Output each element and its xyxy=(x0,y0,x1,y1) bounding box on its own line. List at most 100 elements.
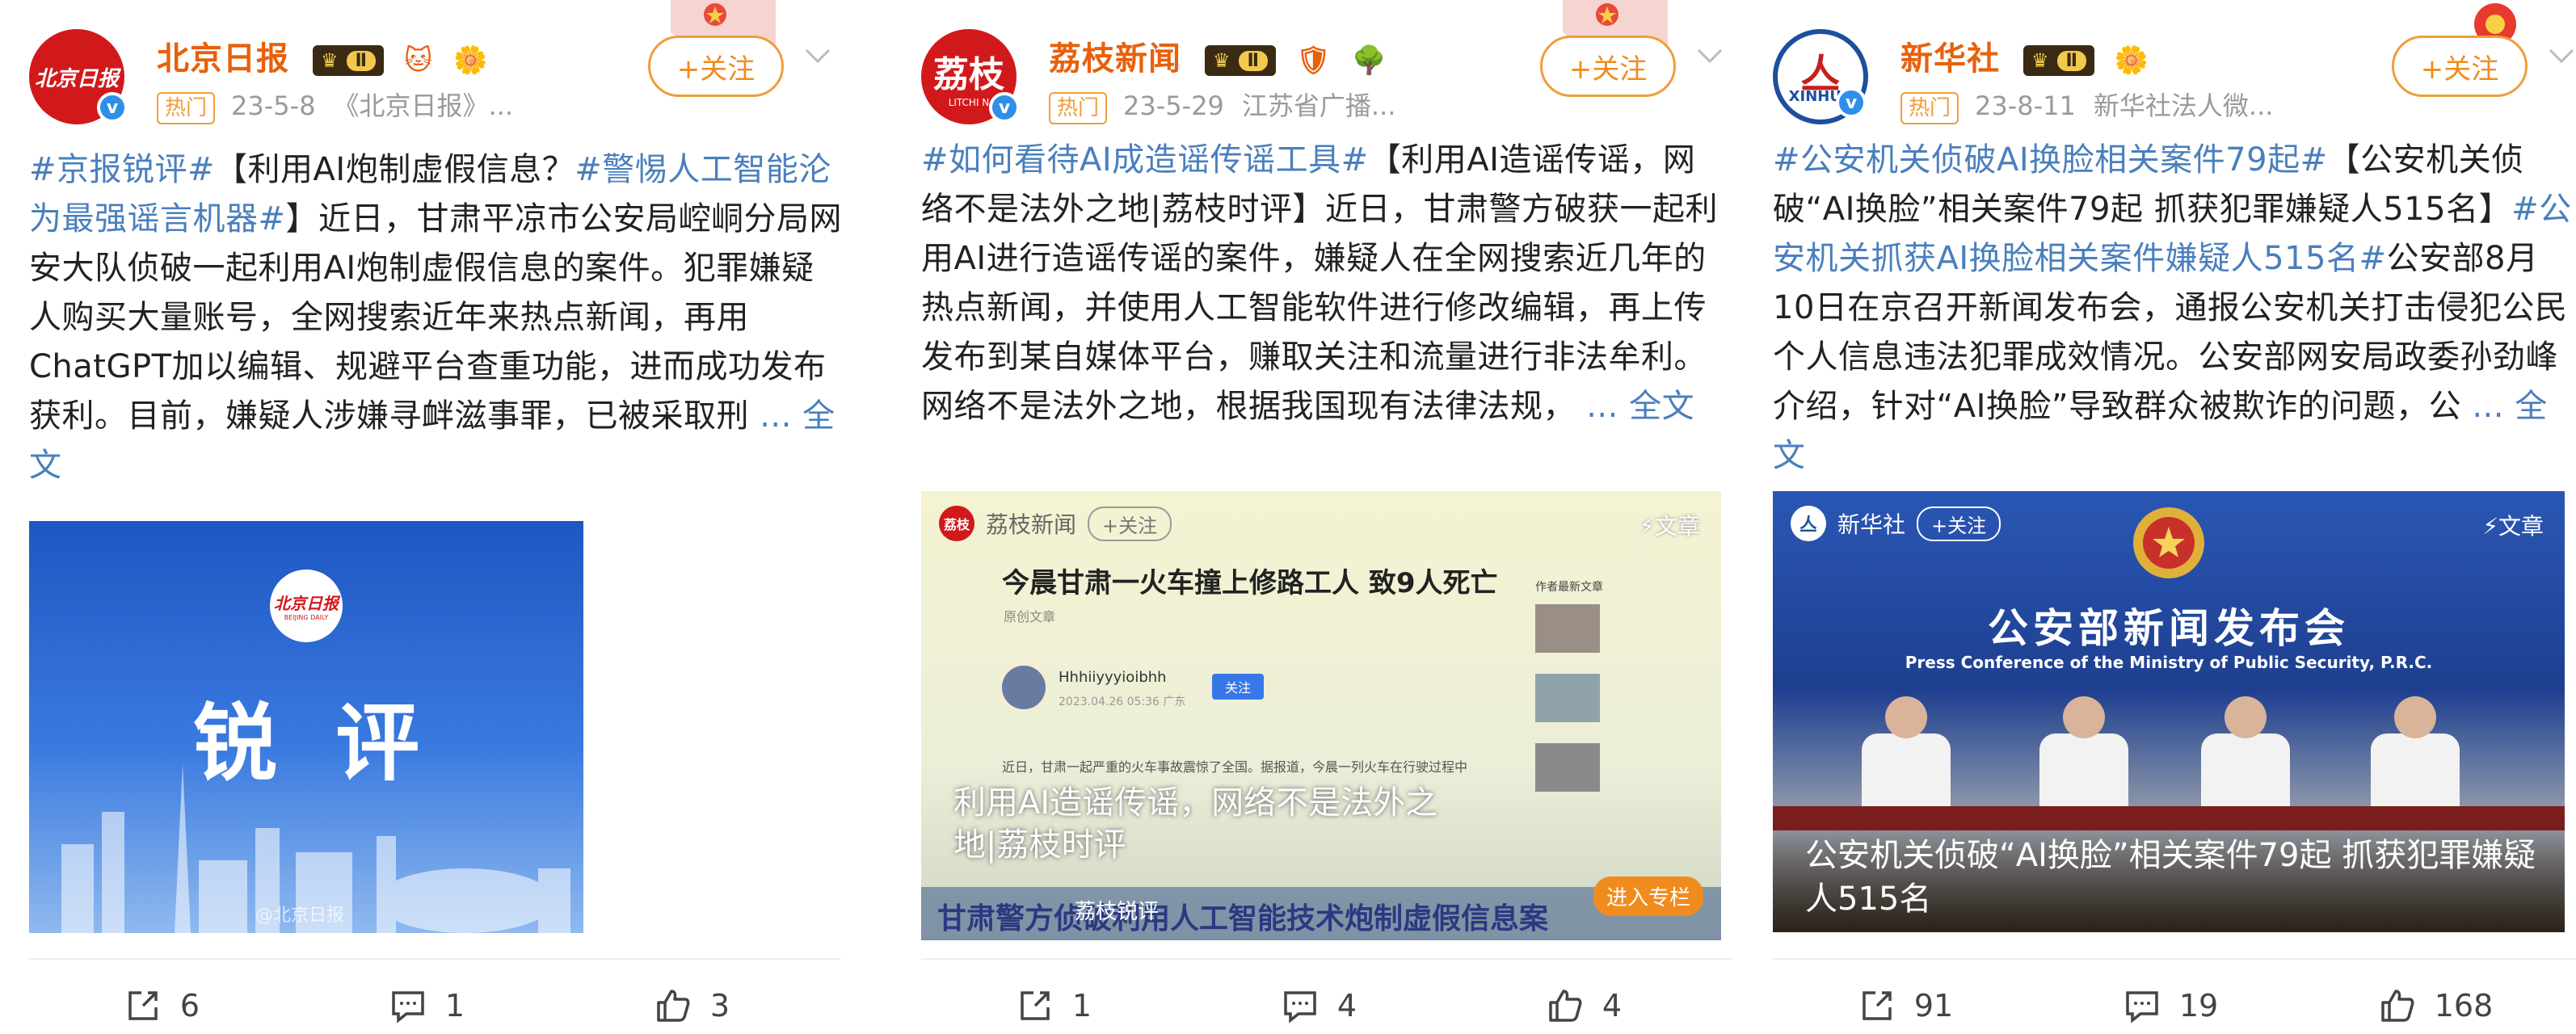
inner-user-name: Hhhiiyyyioibhh xyxy=(1059,669,1167,686)
post-image[interactable]: 荔枝 荔枝新闻 +关注 ⚡文章 今晨甘肃一火车撞上修路工人 致9人死亡 原创文章… xyxy=(921,491,1721,940)
inner-side-title: 作者最新文章 xyxy=(1535,581,1603,594)
action-bar: 1 4 4 xyxy=(921,977,1716,1034)
image-brand-row: 亼 新华社 +关注 xyxy=(1791,506,2001,541)
action-bar: 6 1 3 xyxy=(29,977,824,1034)
follow-button[interactable]: +关注 xyxy=(1540,36,1676,97)
article-tag: ⚡文章 xyxy=(2482,513,2544,540)
brand-name: 新华社 xyxy=(1837,511,1906,538)
post-text: #如何看待AI成造谣传谣工具#【利用AI造谣传谣，网络不是法外之地|荔枝时评】近… xyxy=(921,136,1721,431)
repost-button[interactable]: 91 xyxy=(1773,977,2038,1034)
like-button[interactable]: 4 xyxy=(1451,977,1716,1034)
enter-column-button[interactable]: 进入专栏 xyxy=(1593,876,1703,916)
topic-link[interactable]: #如何看待AI成造谣传谣工具# xyxy=(921,141,1369,179)
inner-article-title: 今晨甘肃一火车撞上修路工人 致9人死亡 xyxy=(1002,567,1498,599)
police-emblem-icon xyxy=(2133,507,2204,578)
bottom-banner-text: 甘肃警方侦破利用人工智能技术炮制虚假信息案 xyxy=(937,902,1549,935)
level-badge: ♛ Ⅱ xyxy=(2022,45,2094,76)
follow-button[interactable]: +关注 xyxy=(2392,36,2528,97)
comment-count: 19 xyxy=(2178,988,2219,1023)
repost-icon xyxy=(1863,991,1892,1020)
author-name[interactable]: 新华社 ♛ Ⅱ 🌼 xyxy=(1900,32,2149,79)
topic-link[interactable]: #公安机关侦破AI换脸相关案件79起# xyxy=(1773,141,2328,179)
verified-badge-icon: v xyxy=(989,92,1020,123)
post-source: 新华社法人微... xyxy=(2093,90,2274,121)
divider xyxy=(29,958,840,960)
post-image[interactable]: 北京日报 BEIJING DAILY 锐 评 @北京日报 xyxy=(29,521,583,933)
text-segment: 【利用AI造谣传谣，网络不是法外之地|荔枝时评】近日，甘肃警方破获一起利用AI进… xyxy=(921,141,1718,425)
image-watermark: @北京日报 xyxy=(255,906,345,926)
article-tag-text: 文章 xyxy=(1654,513,1700,540)
author-name-text: 荔枝新闻 xyxy=(1049,40,1181,78)
image-headline: 锐 评 xyxy=(192,693,420,792)
inner-article-subtitle: 原创文章 xyxy=(1004,609,1056,624)
backdrop-subtitle: Press Conference of the Ministry of Publ… xyxy=(1905,653,2433,672)
post-date: 23-8-11 xyxy=(1975,90,2076,121)
overlay-caption: 利用AI造谣传谣，网络不是法外之地|荔枝时评 xyxy=(953,784,1438,864)
like-count: 4 xyxy=(1602,988,1623,1023)
brand-follow-button[interactable]: +关注 xyxy=(1917,506,2001,541)
crown-icon: ♛ xyxy=(320,49,339,72)
tree-emoji-icon: 🌳 xyxy=(1352,44,1387,77)
author-name[interactable]: 北京日报 ♛ Ⅱ 🐱 🌼 xyxy=(157,32,489,79)
like-count: 3 xyxy=(709,988,730,1023)
chevron-down-icon[interactable] xyxy=(2545,39,2576,71)
post-card: 北京日报 v 北京日报 ♛ Ⅱ 🐱 🌼 热门 23-5-8 《北京日报》... +关注… xyxy=(0,0,842,1034)
comment-button[interactable]: 4 xyxy=(1186,977,1451,1034)
topic-link[interactable]: #京报锐评# xyxy=(29,151,215,188)
inner-side-thumbnail xyxy=(1535,674,1600,722)
divider xyxy=(1773,958,2576,960)
like-button[interactable]: 3 xyxy=(559,977,824,1034)
officers-photo xyxy=(1773,696,2565,830)
chevron-down-icon[interactable] xyxy=(802,39,834,71)
thumbs-up-icon xyxy=(657,990,690,1022)
inner-article-body: 近日，甘肃一起严重的火车事故震惊了全国。据报道，今晨一列火车在行驶过程中 xyxy=(1002,759,1468,775)
like-button[interactable]: 168 xyxy=(2303,977,2568,1034)
crown-icon: ♛ xyxy=(1212,49,1231,72)
repost-button[interactable]: 1 xyxy=(921,977,1186,1034)
thumbs-up-icon xyxy=(1549,990,1582,1022)
cat-emoji-icon: 🐱 xyxy=(403,44,434,77)
level-number: Ⅱ xyxy=(347,50,376,71)
repost-icon xyxy=(1021,991,1050,1020)
comment-icon xyxy=(1284,991,1316,1023)
level-badge: ♛ Ⅱ xyxy=(1204,45,1276,76)
post-meta: 热门 23-5-29 江苏省广播... xyxy=(1049,86,1395,124)
inner-side-thumbnail xyxy=(1535,743,1600,792)
post-meta: 热门 23-5-8 《北京日报》... xyxy=(157,86,513,124)
verified-badge-icon: v xyxy=(1836,87,1867,118)
post-card: 荔枝 LITCHI N v 荔枝新闻 ♛ Ⅱ 🛡 🌳 热门 23-5-29 江苏省广播… xyxy=(892,0,1732,1034)
follow-button[interactable]: +关注 xyxy=(648,36,784,97)
brand-follow-button[interactable]: +关注 xyxy=(1088,506,1172,541)
comment-icon xyxy=(392,991,424,1023)
text-segment: 【利用AI炮制虚假信息？ xyxy=(215,151,575,188)
inner-user-time: 2023.04.26 05:36 广东 xyxy=(1059,696,1186,708)
image-brand-row: 荔枝 荔枝新闻 +关注 xyxy=(939,506,1172,541)
backdrop-title: 公安部新闻发布会 xyxy=(1988,605,2350,652)
comment-count: 4 xyxy=(1336,988,1357,1023)
read-more-link[interactable]: ... 全文 xyxy=(1586,388,1694,425)
post-source: 《北京日报》... xyxy=(333,90,514,121)
logo-text: 北京日报 xyxy=(274,594,339,613)
brand-logo: 亼 xyxy=(1791,506,1826,541)
shield-emoji-icon: 🛡 xyxy=(1295,44,1332,77)
flower-emoji-icon: 🌼 xyxy=(453,44,489,77)
post-date: 23-5-8 xyxy=(231,90,316,121)
post-text: #公安机关侦破AI换脸相关案件79起#【公安机关侦破“AI换脸”相关案件79起 … xyxy=(1773,136,2573,481)
author-name-text: 北京日报 xyxy=(157,40,289,78)
inner-user-avatar xyxy=(1002,666,1046,709)
repost-button[interactable]: 6 xyxy=(29,977,294,1034)
avatar-logo-subtext: LITCHI N xyxy=(948,97,990,108)
inner-follow-button: 关注 xyxy=(1212,674,1265,700)
level-badge: ♛ Ⅱ xyxy=(312,45,384,76)
chevron-down-icon[interactable] xyxy=(1694,39,1726,71)
comment-button[interactable]: 19 xyxy=(2038,977,2303,1034)
avatar[interactable]: 北京日报 v xyxy=(29,29,128,124)
image-caption: 公安机关侦破“AI换脸”相关案件79起 抓获犯罪嫌疑人515名 xyxy=(1805,837,2536,918)
post-image[interactable]: 亼 新华社 +关注 ⚡文章 公安部新闻发布会 Press Conference … xyxy=(1773,491,2565,932)
avatar[interactable]: 荔枝 LITCHI N v xyxy=(921,29,1020,124)
avatar[interactable]: 亼 XINHUA v xyxy=(1773,29,1868,124)
comment-icon xyxy=(2126,991,2158,1023)
author-name[interactable]: 荔枝新闻 ♛ Ⅱ 🛡 🌳 xyxy=(1049,32,1387,79)
divider xyxy=(921,958,1732,960)
comment-button[interactable]: 1 xyxy=(294,977,559,1034)
